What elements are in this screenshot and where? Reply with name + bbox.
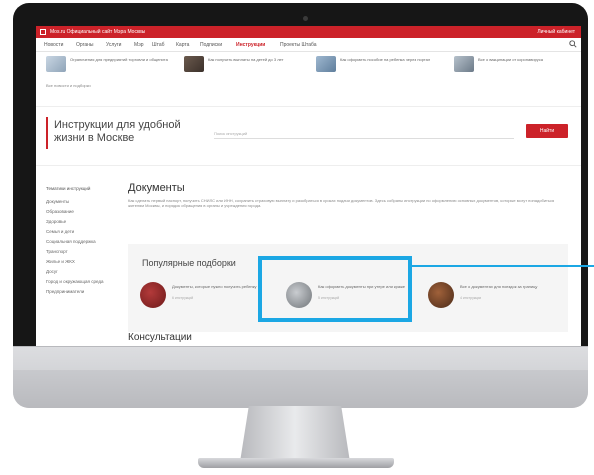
- news-thumbnail: [184, 56, 204, 72]
- consultations-title: Консультации: [128, 332, 192, 343]
- topics-sidebar: Тематики инструкций Документы Образовани…: [46, 186, 116, 297]
- news-card-text: Как получить выплаты на детей до 3 лет: [208, 57, 284, 62]
- collection-text: Документы, которые нужно получить ребенк…: [172, 284, 257, 289]
- nav-item-services[interactable]: Услуги: [106, 42, 121, 48]
- news-thumbnail: [46, 56, 66, 72]
- news-thumbnail: [316, 56, 336, 72]
- portal-title[interactable]: Mos.ru Официальный сайт Мэра Москвы: [50, 29, 145, 35]
- sidebar-item-business[interactable]: Предприниматели: [46, 287, 116, 297]
- monitor-stand-neck: [240, 406, 350, 462]
- nav-item-news[interactable]: Новости: [44, 42, 63, 48]
- instructions-hero: Инструкции для удобной жизни в Москве По…: [36, 106, 581, 166]
- travel-image: [428, 282, 454, 308]
- collection-card[interactable]: Документы, которые нужно получить ребенк…: [140, 282, 270, 316]
- mos-logo-icon[interactable]: [40, 29, 46, 35]
- sidebar-heading: Тематики инструкций: [46, 186, 91, 191]
- search-icon[interactable]: [569, 40, 577, 48]
- news-card[interactable]: Ограничения для предприятий торговли и о…: [46, 56, 176, 80]
- login-link[interactable]: Личный кабинет: [537, 29, 575, 35]
- section-title: Документы: [128, 182, 185, 194]
- main-nav: Новости Органы Услуги Мэр Штаб Карта Под…: [36, 38, 581, 52]
- hero-title: Инструкции для удобной жизни в Москве: [54, 119, 181, 144]
- news-card[interactable]: Все о вакцинации от коронавируса: [454, 56, 581, 80]
- sidebar-item-family[interactable]: Семья и дети: [46, 227, 116, 237]
- news-card-text: Как оформить пособие на ребенка через по…: [340, 57, 431, 62]
- sidebar-item-health[interactable]: Здоровье: [46, 217, 116, 227]
- collection-card[interactable]: Все о документах для поездок за границу …: [428, 282, 558, 316]
- accent-bar: [46, 117, 48, 149]
- collection-count: 4 инструкции: [460, 296, 482, 300]
- news-card[interactable]: Как оформить пособие на ребенка через по…: [316, 56, 446, 80]
- monitor-stand-base: [198, 458, 394, 468]
- top-bar: Mos.ru Официальный сайт Мэра Москвы Личн…: [36, 26, 581, 38]
- section-description: Как сделать первый паспорт, получить СНИ…: [128, 198, 555, 208]
- popular-title: Популярные подборки: [142, 258, 236, 268]
- passport-image: [140, 282, 166, 308]
- sidebar-item-social[interactable]: Социальная поддержка: [46, 237, 116, 247]
- highlight-pointer-line: [412, 265, 594, 267]
- sidebar-item-documents[interactable]: Документы: [46, 197, 116, 207]
- monitor-scene: Mos.ru Официальный сайт Мэра Москвы Личн…: [0, 0, 594, 475]
- nav-item-hq[interactable]: Штаб: [152, 42, 164, 48]
- sidebar-item-city[interactable]: Город и окружающая среда: [46, 277, 116, 287]
- collection-count: 6 инструкций: [172, 296, 194, 300]
- news-card-text: Ограничения для предприятий торговли и о…: [70, 57, 168, 62]
- nav-item-subscriptions[interactable]: Подписки: [200, 42, 222, 48]
- nav-item-projects[interactable]: Проекты Штаба: [280, 42, 317, 48]
- collection-text: Все о документах для поездок за границу: [460, 284, 538, 289]
- webcam-dot: [303, 16, 308, 21]
- nav-item-mayor[interactable]: Мэр: [134, 42, 144, 48]
- sidebar-item-housing[interactable]: Жилье и ЖКХ: [46, 257, 116, 267]
- nav-item-instructions[interactable]: Инструкции: [236, 42, 265, 48]
- search-button[interactable]: Найти: [526, 124, 568, 138]
- news-strip: Ограничения для предприятий торговли и о…: [36, 56, 581, 92]
- sidebar-item-leisure[interactable]: Досуг: [46, 267, 116, 277]
- all-news-link[interactable]: Все новости и подборки: [46, 83, 91, 88]
- nav-item-organs[interactable]: Органы: [76, 42, 94, 48]
- news-card-text: Все о вакцинации от коронавируса: [478, 57, 543, 62]
- nav-item-map[interactable]: Карта: [176, 42, 189, 48]
- news-card[interactable]: Как получить выплаты на детей до 3 лет: [184, 56, 314, 80]
- highlight-frame: [258, 256, 412, 322]
- monitor-chin-shade: [13, 370, 588, 408]
- search-input[interactable]: Поиск инструкций: [214, 127, 514, 139]
- news-thumbnail: [454, 56, 474, 72]
- sidebar-item-education[interactable]: Образование: [46, 207, 116, 217]
- sidebar-item-transport[interactable]: Транспорт: [46, 247, 116, 257]
